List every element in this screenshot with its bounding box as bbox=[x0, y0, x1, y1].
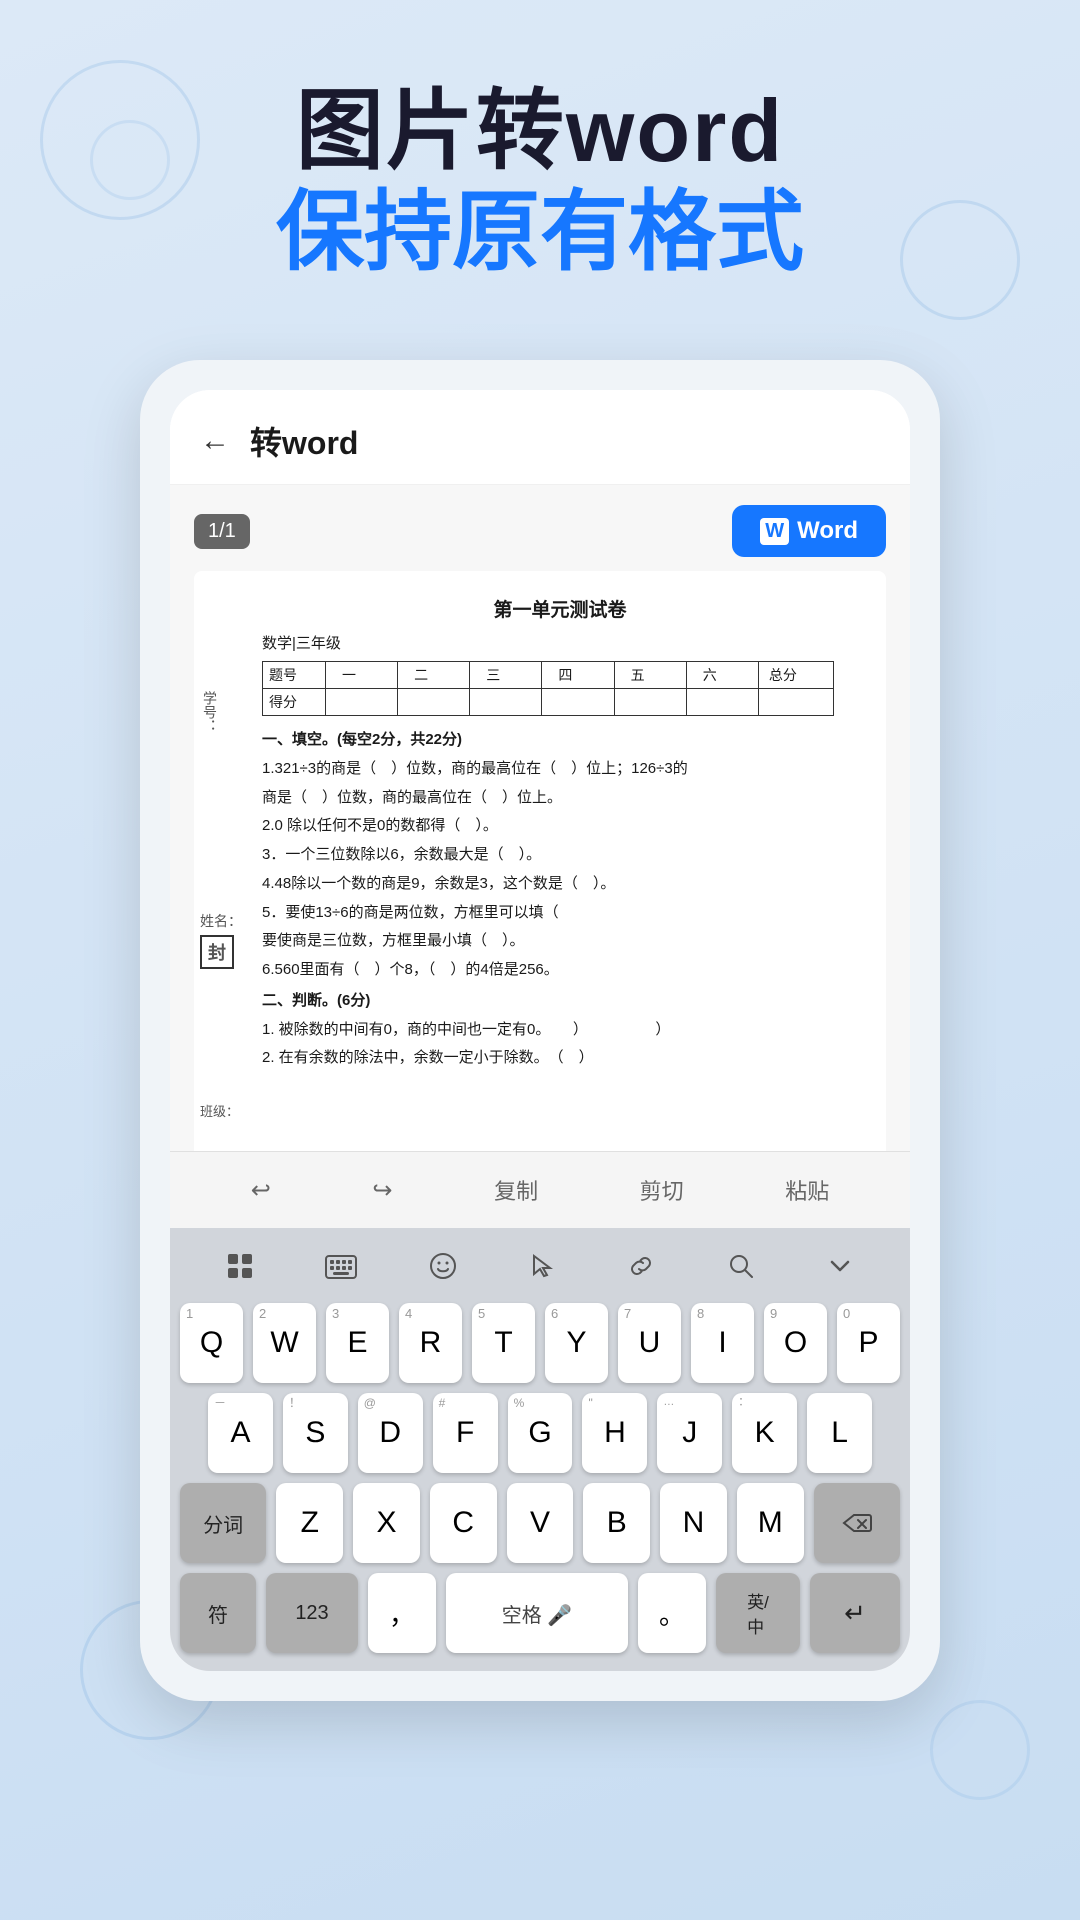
kb-row-3: 分词 Z X C V B N M bbox=[170, 1483, 910, 1563]
key-enter[interactable]: ↵ bbox=[810, 1573, 900, 1653]
key-Y[interactable]: 6Y bbox=[545, 1303, 608, 1383]
copy-button[interactable]: 复制 bbox=[478, 1170, 554, 1210]
kb-cursor-icon[interactable] bbox=[516, 1246, 568, 1293]
item3: 3．一个三位数除以6，余数最大是（ ）。 bbox=[262, 843, 858, 868]
kb-link-icon[interactable] bbox=[615, 1246, 667, 1293]
kb-row-2: －A ！S @D #F %G "H …J ：K L bbox=[170, 1393, 910, 1473]
key-period[interactable]: 。 bbox=[638, 1573, 706, 1653]
key-F[interactable]: #F bbox=[433, 1393, 498, 1473]
doc-subject-label: 数学|三年级 bbox=[262, 635, 341, 652]
page-badge: 1/1 bbox=[194, 514, 250, 549]
paste-button[interactable]: 粘贴 bbox=[769, 1170, 845, 1210]
key-T[interactable]: 5T bbox=[472, 1303, 535, 1383]
key-fu[interactable]: 符 bbox=[180, 1573, 256, 1653]
kb-bottom-row: 符 123 ， 空格 🎤 。 英/中 ↵ bbox=[170, 1573, 910, 1653]
key-G[interactable]: %G bbox=[508, 1393, 573, 1473]
item5b: 要使商是三位数，方框里最小填（ ）。 bbox=[262, 929, 858, 954]
key-lang[interactable]: 英/中 bbox=[716, 1573, 800, 1653]
key-J[interactable]: …J bbox=[657, 1393, 722, 1473]
top-bar: ← 转word bbox=[170, 390, 910, 485]
kb-chevron-icon[interactable] bbox=[814, 1246, 866, 1293]
key-X[interactable]: X bbox=[353, 1483, 420, 1563]
key-Q[interactable]: 1Q bbox=[180, 1303, 243, 1383]
key-O[interactable]: 9O bbox=[764, 1303, 827, 1383]
word-icon: W bbox=[760, 518, 789, 545]
item1b: 商是（ ）位数，商的最高位在（ ）位上。 bbox=[262, 786, 858, 811]
cut-button[interactable]: 剪切 bbox=[624, 1170, 700, 1210]
section1-title: 一、填空。(每空2分，共22分) bbox=[262, 728, 858, 753]
key-N[interactable]: N bbox=[660, 1483, 727, 1563]
key-D[interactable]: @D bbox=[358, 1393, 423, 1473]
section2-title: 二、判断。(6分) bbox=[262, 989, 858, 1014]
key-R[interactable]: 4R bbox=[399, 1303, 462, 1383]
key-S[interactable]: ！S bbox=[283, 1393, 348, 1473]
item2: 2.0 除以任何不是0的数都得（ ）。 bbox=[262, 814, 858, 839]
page-title: 转word bbox=[250, 418, 358, 464]
side-label-class: 班级： bbox=[200, 1101, 239, 1120]
item5a: 5．要使13÷6的商是两位数，方框里可以填（ bbox=[262, 901, 858, 926]
key-L[interactable]: L bbox=[807, 1393, 872, 1473]
redo-button[interactable]: ↪ bbox=[356, 1172, 408, 1209]
doc-title: 第一单元测试卷 bbox=[262, 595, 858, 622]
kb-top-row bbox=[170, 1238, 910, 1303]
headline-line1: 图片转word bbox=[0, 80, 1080, 181]
key-V[interactable]: V bbox=[507, 1483, 574, 1563]
document-area: 1/1 W Word 学号： 姓名：封 班级： 第一单元测试卷 数学|三年级 bbox=[170, 485, 910, 1151]
headline-line2-prefix: 保持 bbox=[276, 182, 452, 281]
kb-emoji-icon[interactable] bbox=[417, 1246, 469, 1293]
key-W[interactable]: 2W bbox=[253, 1303, 316, 1383]
headline-line2: 保持原有格式 bbox=[0, 181, 1080, 282]
key-C[interactable]: C bbox=[430, 1483, 497, 1563]
judge2: 2. 在有余数的除法中，余数一定小于除数。 （ ） bbox=[262, 1046, 858, 1071]
key-I[interactable]: 8I bbox=[691, 1303, 754, 1383]
side-label-name: 姓名：封 bbox=[200, 911, 242, 969]
undo-button[interactable]: ↩ bbox=[235, 1172, 287, 1209]
headline-line2-blue: 原有格式 bbox=[452, 182, 804, 281]
word-btn-label: Word bbox=[797, 517, 858, 545]
key-K[interactable]: ：K bbox=[732, 1393, 797, 1473]
key-comma[interactable]: ， bbox=[368, 1573, 436, 1653]
key-A[interactable]: －A bbox=[208, 1393, 273, 1473]
key-H[interactable]: "H bbox=[582, 1393, 647, 1473]
section1: 一、填空。(每空2分，共22分) 1.321÷3的商是（ ）位数，商的最高位在（… bbox=[262, 728, 858, 983]
item1a: 1.321÷3的商是（ ）位数，商的最高位在（ ）位上；126÷3的 bbox=[262, 757, 858, 782]
key-123[interactable]: 123 bbox=[266, 1573, 358, 1653]
doc-toolbar: 1/1 W Word bbox=[194, 505, 886, 557]
side-label-xue: 学号： bbox=[200, 691, 220, 733]
doc-table: 题号 一 二 三 四 五 六 总分 得分 bbox=[262, 661, 834, 716]
item4: 4.48除以一个数的商是9，余数是3，这个数是（ ）。 bbox=[262, 872, 858, 897]
keyboard: 1Q 2W 3E 4R 5T 6Y 7U 8I 9O 0P －A ！S @D #… bbox=[170, 1228, 910, 1671]
phone-inner: ← 转word 1/1 W Word 学号： 姓名：封 班级： 第一单元测试卷 bbox=[170, 390, 910, 1671]
key-M[interactable]: M bbox=[737, 1483, 804, 1563]
key-space[interactable]: 空格 🎤 bbox=[446, 1573, 628, 1653]
key-B[interactable]: B bbox=[583, 1483, 650, 1563]
item6: 6.560里面有（ ）个8，（ ）的4倍是256。 bbox=[262, 958, 858, 983]
edit-toolbar: ↩ ↪ 复制 剪切 粘贴 bbox=[170, 1151, 910, 1228]
key-backspace[interactable] bbox=[814, 1483, 900, 1563]
key-fenci[interactable]: 分词 bbox=[180, 1483, 266, 1563]
key-P[interactable]: 0P bbox=[837, 1303, 900, 1383]
kb-row-1: 1Q 2W 3E 4R 5T 6Y 7U 8I 9O 0P bbox=[170, 1303, 910, 1383]
key-E[interactable]: 3E bbox=[326, 1303, 389, 1383]
header-section: 图片转word 保持原有格式 bbox=[0, 80, 1080, 282]
section2: 二、判断。(6分) 1. 被除数的中间有0，商的中间也一定有0。 ） ） 2. … bbox=[262, 989, 858, 1071]
key-Z[interactable]: Z bbox=[276, 1483, 343, 1563]
kb-keyboard-icon[interactable] bbox=[313, 1248, 369, 1292]
phone-mockup: ← 转word 1/1 W Word 学号： 姓名：封 班级： 第一单元测试卷 bbox=[140, 360, 940, 1701]
doc-subject-row: 数学|三年级 bbox=[262, 632, 858, 653]
back-button[interactable]: ← bbox=[200, 424, 230, 458]
kb-search-icon[interactable] bbox=[715, 1246, 767, 1293]
document-content[interactable]: 学号： 姓名：封 班级： 第一单元测试卷 数学|三年级 题号 一 二 三 bbox=[194, 571, 886, 1151]
judge1: 1. 被除数的中间有0，商的中间也一定有0。 ） ） bbox=[262, 1018, 858, 1043]
word-export-button[interactable]: W Word bbox=[732, 505, 886, 557]
kb-grid-icon[interactable] bbox=[214, 1246, 266, 1293]
key-U[interactable]: 7U bbox=[618, 1303, 681, 1383]
